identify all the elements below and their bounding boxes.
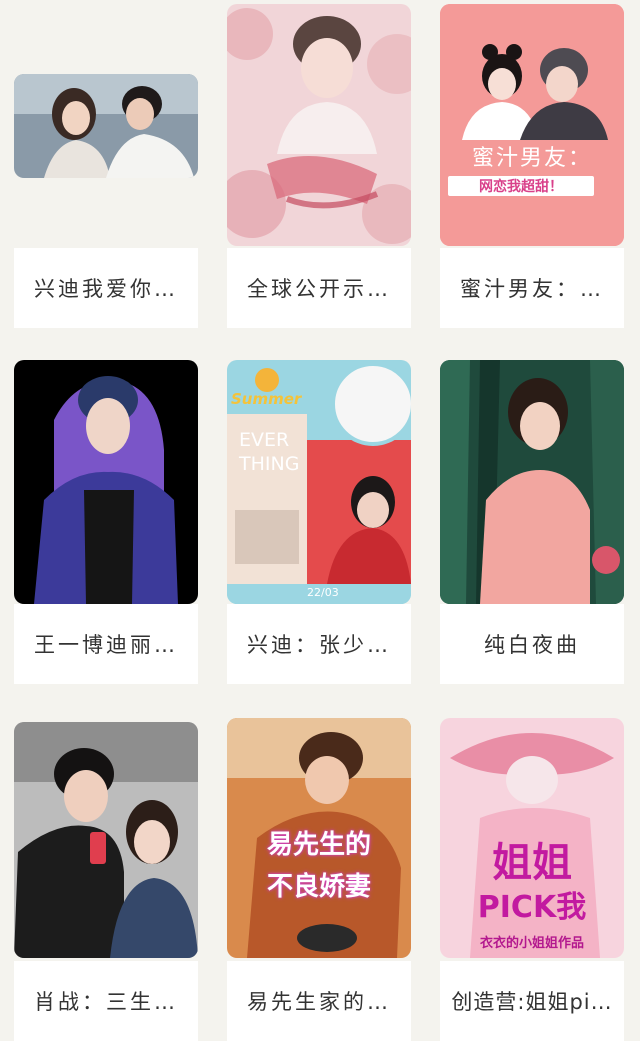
book-card[interactable]: 王一博迪丽…	[14, 360, 198, 688]
collage-poster-icon[interactable]: Summer EVER THING 22/03	[227, 360, 411, 604]
book-card[interactable]: 兴迪我爱你…	[14, 0, 198, 328]
book-card[interactable]: Summer EVER THING 22/03 兴迪：张少…	[227, 360, 411, 688]
book-card[interactable]: 纯白夜曲	[440, 360, 624, 688]
book-title[interactable]: 全球公开示…	[227, 248, 411, 328]
book-title[interactable]: 蜜汁男友：…	[440, 248, 624, 328]
book-title[interactable]: 创造营:姐姐pi…	[440, 961, 624, 1041]
book-title[interactable]: 肖战：三生…	[14, 961, 198, 1041]
couple-selfie-icon[interactable]	[14, 722, 198, 958]
book-title[interactable]: 王一博迪丽…	[14, 604, 198, 684]
book-card[interactable]: 姐姐 PICK我 衣衣的小姐姐作品 创造营:姐姐pi…	[440, 716, 624, 1041]
book-title[interactable]: 兴迪：张少…	[227, 604, 411, 684]
hoodie-portrait-icon[interactable]	[14, 360, 198, 604]
pink-hat-poster-icon[interactable]: 姐姐 PICK我 衣衣的小姐姐作品	[440, 718, 624, 958]
book-title[interactable]: 兴迪我爱你…	[14, 248, 198, 328]
illustration-couple-icon[interactable]: 蜜汁男友： 网恋我超甜！	[440, 4, 624, 246]
book-card[interactable]: 蜜汁男友： 网恋我超甜！ 蜜汁男友：…	[440, 0, 624, 328]
portrait-curtain-icon[interactable]	[440, 360, 624, 604]
book-card[interactable]: 易先生的 不良娇妻 易先生家的…	[227, 716, 411, 1041]
pink-poster-icon[interactable]	[227, 4, 411, 246]
book-card[interactable]: 肖战：三生…	[14, 716, 198, 1041]
book-grid: 兴迪我爱你… 全球公开示… 蜜汁男友： 网恋我超甜！ 蜜汁男友：… 王一博迪丽……	[0, 0, 640, 1041]
romance-poster-icon[interactable]: 易先生的 不良娇妻	[227, 718, 411, 958]
book-title[interactable]: 纯白夜曲	[440, 604, 624, 684]
book-title[interactable]: 易先生家的…	[227, 961, 411, 1041]
book-card[interactable]: 全球公开示…	[227, 0, 411, 328]
couple-photo-icon[interactable]	[14, 74, 198, 178]
